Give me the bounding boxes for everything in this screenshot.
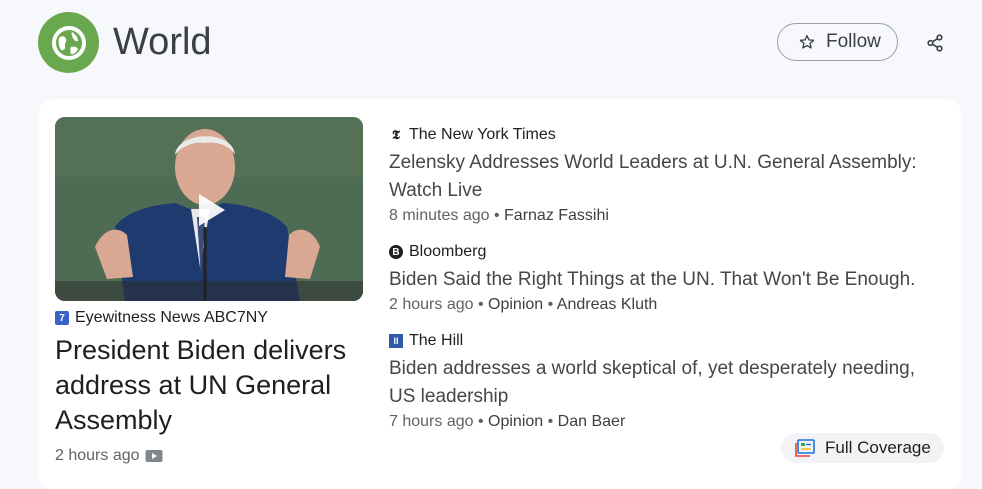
story-item: 𝕿 The New York Times Zelensky Addresses …	[389, 125, 929, 225]
story-headline[interactable]: Biden Said the Right Things at the UN. T…	[389, 266, 929, 294]
story-source-label: The New York Times	[409, 126, 556, 143]
story-meta: 8 minutes ago • Farnaz Fassihi	[389, 207, 929, 225]
topic-header: World Follow	[0, 0, 982, 90]
story-meta: 2 hours ago • Opinion • Andreas Kluth	[389, 296, 929, 314]
lead-meta: 2 hours ago	[55, 447, 163, 465]
story-headline[interactable]: Zelensky Addresses World Leaders at U.N.…	[389, 149, 929, 205]
follow-button[interactable]: Follow	[777, 23, 898, 61]
page-title: World	[113, 21, 212, 63]
meta-separator: •	[547, 296, 557, 313]
full-coverage-button[interactable]: Full Coverage	[781, 433, 944, 463]
story-headline[interactable]: Biden addresses a world skeptical of, ye…	[389, 355, 929, 411]
full-coverage-icon	[795, 439, 815, 457]
meta-separator: •	[547, 413, 558, 430]
lead-time: 2 hours ago	[55, 447, 140, 464]
story-time: 2 hours ago	[389, 296, 474, 313]
story-label: Opinion	[488, 296, 544, 313]
story-time: 8 minutes ago	[389, 207, 490, 224]
video-thumbnail[interactable]	[55, 117, 363, 301]
video-icon	[145, 449, 163, 463]
story-item: II The Hill Biden addresses a world skep…	[389, 331, 929, 431]
story-author: Andreas Kluth	[556, 296, 658, 313]
story-author: Dan Baer	[557, 413, 626, 430]
follow-label: Follow	[826, 31, 881, 52]
bloomberg-logo-icon: B	[389, 245, 403, 259]
meta-separator: •	[493, 207, 505, 224]
globe-icon	[38, 12, 99, 73]
full-coverage-label: Full Coverage	[825, 438, 931, 457]
lead-headline[interactable]: President Biden delivers address at UN G…	[55, 333, 365, 438]
nyt-logo-icon: 𝕿	[392, 127, 400, 143]
share-icon	[927, 34, 943, 52]
abc7-logo-icon: 7	[55, 311, 69, 325]
story-item: B Bloomberg Biden Said the Right Things …	[389, 242, 929, 314]
play-icon	[199, 194, 225, 226]
story-source[interactable]: 𝕿 The New York Times	[389, 125, 929, 145]
story-source[interactable]: II The Hill	[389, 331, 929, 351]
story-source-label: The Hill	[409, 332, 464, 349]
lead-source[interactable]: 7 Eyewitness News ABC7NY	[55, 309, 268, 327]
the-hill-logo-icon: II	[389, 334, 403, 348]
lead-source-label: Eyewitness News ABC7NY	[75, 309, 268, 326]
story-author: Farnaz Fassihi	[504, 207, 609, 224]
story-meta: 7 hours ago • Opinion • Dan Baer	[389, 413, 929, 431]
share-button[interactable]	[924, 32, 946, 54]
story-label: Opinion	[488, 413, 544, 430]
story-card: 7 Eyewitness News ABC7NY President Biden…	[38, 99, 962, 489]
meta-separator: •	[477, 296, 489, 313]
story-source[interactable]: B Bloomberg	[389, 242, 929, 262]
meta-separator: •	[477, 413, 489, 430]
story-time: 7 hours ago	[389, 413, 474, 430]
star-icon	[799, 34, 815, 50]
story-source-label: Bloomberg	[409, 243, 487, 260]
